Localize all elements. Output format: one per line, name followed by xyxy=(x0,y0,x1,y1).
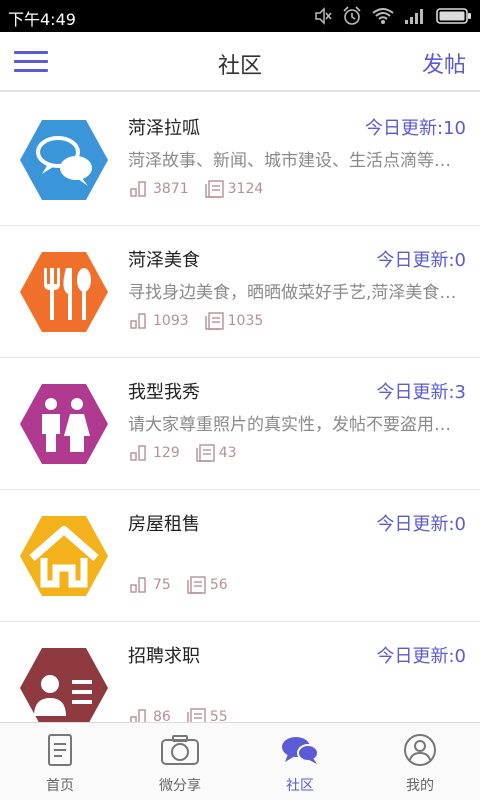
forum-name: 招聘求职 xyxy=(128,646,200,667)
forum-stats: 1093 1035 xyxy=(130,312,279,330)
bar-chart-icon xyxy=(130,181,146,197)
bar-chart-icon xyxy=(130,445,146,461)
post-count: 55 xyxy=(187,708,228,722)
post-button[interactable]: 发帖 xyxy=(422,47,466,79)
house-icon xyxy=(20,516,108,596)
bar-chart-icon xyxy=(130,577,146,593)
post-count: 1035 xyxy=(204,312,264,330)
chat-bubbles-icon xyxy=(20,120,108,200)
post-count: 56 xyxy=(187,576,228,594)
tab-mine-label: 我的 xyxy=(406,778,434,794)
forum-name: 菏泽美食 xyxy=(128,250,200,271)
forum-stats: 86 55 xyxy=(130,708,244,722)
forum-item[interactable]: 菏泽美食 今日更新:0 寻找身边美食，晒晒做菜好手艺,菏泽美食大家谈 1093 … xyxy=(0,226,480,358)
post-count-value: 1035 xyxy=(227,313,264,329)
member-count-value: 1093 xyxy=(153,313,189,329)
cutlery-icon xyxy=(20,252,108,332)
post-count: 43 xyxy=(196,444,237,462)
forum-name: 房屋租售 xyxy=(128,514,200,535)
id-card-icon xyxy=(20,648,108,722)
wifi-icon xyxy=(372,8,394,24)
status-time: 下午4:49 xyxy=(8,10,76,29)
user-icon xyxy=(404,734,436,766)
document-icon xyxy=(196,444,215,462)
tab-home-label: 首页 xyxy=(46,778,74,794)
signal-icon xyxy=(405,9,423,24)
today-update: 今日更新:0 xyxy=(376,514,466,535)
forum-item[interactable]: 菏泽拉呱 今日更新:10 菏泽故事、新闻、城市建设、生活点滴等话题讨论 3871… xyxy=(0,94,480,226)
forum-description: 菏泽故事、新闻、城市建设、生活点滴等话题讨论 xyxy=(128,151,464,171)
member-count: 3871 xyxy=(130,181,189,197)
document-icon xyxy=(204,312,224,330)
tab-mine[interactable]: 我的 xyxy=(360,723,480,800)
member-count: 86 xyxy=(130,709,171,722)
post-count-value: 56 xyxy=(209,577,228,593)
document-icon xyxy=(204,180,224,198)
tab-community[interactable]: 社区 xyxy=(240,723,360,800)
post-count-value: 55 xyxy=(209,709,228,722)
camera-icon xyxy=(161,735,199,765)
member-count: 129 xyxy=(130,445,180,461)
forum-item[interactable]: 我型我秀 今日更新:3 请大家尊重照片的真实性，发帖不要盗用他人照片 129 4… xyxy=(0,358,480,490)
bar-chart-icon xyxy=(130,709,146,722)
member-count-value: 86 xyxy=(153,709,171,722)
status-icons xyxy=(314,5,472,27)
tab-home[interactable]: 首页 xyxy=(0,723,120,800)
couple-icon xyxy=(20,384,108,464)
tab-share[interactable]: 微分享 xyxy=(120,723,240,800)
forum-stats: 3871 3124 xyxy=(130,180,279,198)
member-count-value: 75 xyxy=(153,577,171,593)
forum-item[interactable]: 房屋租售 今日更新:0 75 56 xyxy=(0,490,480,622)
tab-community-label: 社区 xyxy=(286,778,314,794)
today-update: 今日更新:0 xyxy=(376,646,466,667)
forum-name: 我型我秀 xyxy=(128,382,200,403)
post-count-value: 3124 xyxy=(227,181,264,197)
member-count: 75 xyxy=(130,577,171,593)
document-icon xyxy=(187,576,206,594)
top-bar: 社区 发帖 xyxy=(0,32,480,92)
member-count-value: 129 xyxy=(153,445,180,461)
status-bar: 下午4:49 xyxy=(0,0,480,32)
page-title: 社区 xyxy=(217,54,262,79)
post-count-value: 43 xyxy=(218,445,237,461)
tab-share-label: 微分享 xyxy=(159,778,201,794)
battery-icon xyxy=(436,8,471,24)
bar-chart-icon xyxy=(130,313,146,329)
chat-bubbles-icon xyxy=(282,737,319,764)
forum-stats: 129 43 xyxy=(130,444,253,462)
mute-icon xyxy=(315,7,332,25)
today-update: 今日更新:0 xyxy=(376,250,466,271)
forum-description: 请大家尊重照片的真实性，发帖不要盗用他人照片 xyxy=(128,415,464,435)
member-count: 1093 xyxy=(130,313,189,329)
forum-stats: 75 56 xyxy=(130,576,244,594)
member-count-value: 3871 xyxy=(153,181,189,197)
forum-list: 菏泽拉呱 今日更新:10 菏泽故事、新闻、城市建设、生活点滴等话题讨论 3871… xyxy=(0,94,480,722)
bottom-tab-bar: 首页 微分享 社区 我的 xyxy=(0,722,480,800)
today-update: 今日更新:3 xyxy=(376,382,466,403)
document-icon xyxy=(48,734,72,766)
forum-description: 寻找身边美食，晒晒做菜好手艺,菏泽美食大家谈 xyxy=(128,283,464,303)
document-icon xyxy=(187,708,206,722)
today-update: 今日更新:10 xyxy=(365,118,466,139)
alarm-icon xyxy=(343,6,361,25)
forum-name: 菏泽拉呱 xyxy=(128,118,200,139)
forum-item[interactable]: 招聘求职 今日更新:0 86 55 xyxy=(0,622,480,722)
post-count: 3124 xyxy=(204,180,264,198)
